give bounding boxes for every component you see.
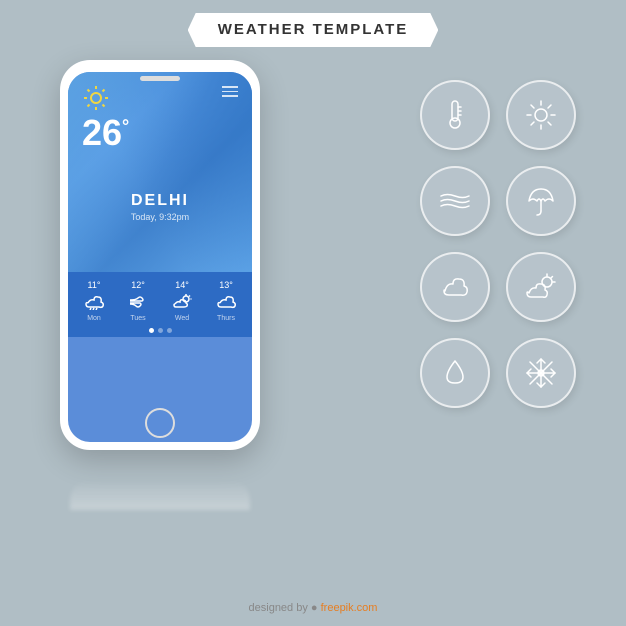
phone: 26° DELHI Today, 9:32pm 11° [60,60,260,450]
forecast-temp-mon: 11° [88,280,101,290]
menu-icon[interactable] [222,86,238,97]
forecast-label-tue: Tues [130,315,145,322]
menu-line-1 [222,86,238,88]
raindrop-icon-circle [420,338,490,408]
forecast-icon-tue [128,294,148,313]
phone-reflection [70,480,250,510]
dots-indicator [72,328,248,333]
thermometer-icon-circle [420,80,490,150]
footer: designed by ● freepik.com [0,602,626,614]
forecast-temp-thu: 13° [219,280,233,290]
forecast-icon-thu [216,294,236,313]
forecast-label-thu: Thurs [217,315,235,322]
phone-screen: 26° DELHI Today, 9:32pm 11° [68,72,252,442]
weather-icons-grid [420,80,576,408]
forecast-day-thu: 13° Thurs [216,280,236,322]
dot-3 [167,328,172,333]
wind-icon [437,183,473,219]
partly-cloudy-icon-circle [506,252,576,322]
banner-title: WEATHER TEMPLATE [218,21,409,38]
snowflake-icon [523,355,559,391]
banner: WEATHER TEMPLATE [173,0,453,60]
city-name: DELHI [68,192,252,210]
snowflake-icon-circle [506,338,576,408]
forecast-label-wed: Wed [175,315,189,322]
raindrop-icon [437,355,473,391]
forecast-temp-wed: 14° [175,280,189,290]
sun-circle-icon [506,80,576,150]
cloud-icon [437,269,473,305]
partly-cloudy-icon [523,269,559,305]
dot-1 [149,328,154,333]
phone-home-button[interactable] [145,408,175,438]
footer-brand: freepik.com [321,602,378,614]
umbrella-icon-circle [506,166,576,236]
forecast-day-tue: 12° Tues [128,280,148,322]
sun-icon [82,84,110,112]
wind-icon-circle [420,166,490,236]
city-date: Today, 9:32pm [68,212,252,222]
degree-symbol: ° [122,116,129,136]
phone-wrapper: 26° DELHI Today, 9:32pm 11° [60,60,260,480]
forecast-strip: 11° Mon 12° [68,272,252,337]
dot-2 [158,328,163,333]
banner-ribbon: WEATHER TEMPLATE [188,13,439,47]
screen-top: 26° DELHI Today, 9:32pm [68,72,252,272]
temperature-display: 26° [82,112,129,154]
forecast-day-mon: 11° Mon [84,280,104,322]
forecast-icon-mon [84,294,104,313]
umbrella-icon [523,183,559,219]
forecast-days: 11° Mon 12° [72,280,248,322]
forecast-label-mon: Mon [87,315,101,322]
forecast-temp-tue: 12° [131,280,145,290]
menu-line-3 [222,95,238,97]
menu-line-2 [222,91,238,93]
sun-weather-icon [523,97,559,133]
forecast-day-wed: 14° Wed [172,280,192,322]
forecast-icon-wed [172,294,192,313]
cloud-icon-circle [420,252,490,322]
thermometer-icon [437,97,473,133]
phone-speaker [140,76,180,81]
